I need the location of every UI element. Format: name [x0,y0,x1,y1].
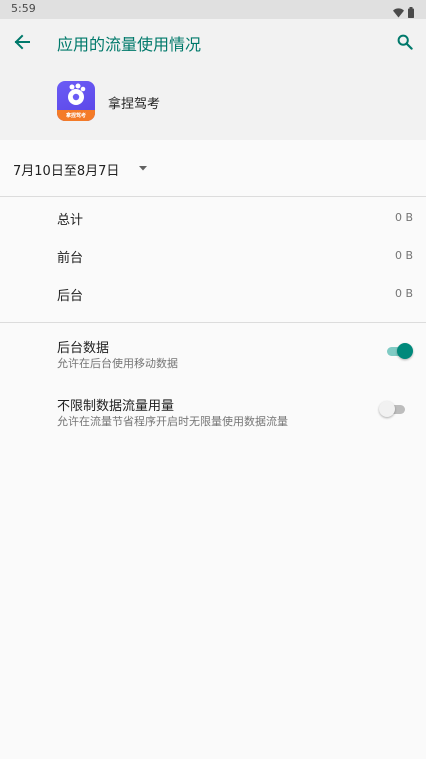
usage-label: 总计 [57,213,84,228]
app-header: 拿捏驾考 拿捏驾考 [0,64,426,140]
usage-row-total: 总计 0 B [0,199,426,237]
back-arrow-icon[interactable] [11,31,33,53]
search-icon[interactable] [394,31,416,53]
setting-title: 不限制数据流量用量 [57,399,175,414]
setting-subtitle: 允许在流量节省程序开启时无限量使用数据流量 [57,415,288,428]
usage-label: 前台 [57,251,84,266]
unrestricted-data-switch[interactable] [379,400,407,418]
status-bar: 5:59 [0,0,426,19]
divider [0,322,426,323]
usage-row-foreground: 前台 0 B [0,237,426,275]
usage-value: 0 B [394,211,413,224]
setting-subtitle: 允许在后台使用移动数据 [57,357,178,370]
background-data-switch[interactable] [385,342,413,360]
setting-title: 后台数据 [57,341,110,356]
page-title: 应用的流量使用情况 [57,35,202,54]
setting-unrestricted-data[interactable]: 不限制数据流量用量 允许在流量节省程序开启时无限量使用数据流量 [0,383,426,435]
dropdown-arrow-icon [139,166,147,171]
usage-value: 0 B [394,249,413,262]
period-label: 7月10日至8月7日 [13,164,120,179]
usage-value: 0 B [394,287,413,300]
setting-background-data[interactable]: 后台数据 允许在后台使用移动数据 [0,325,426,377]
divider [0,196,426,197]
app-logo-text: 拿捏驾考 [65,113,86,119]
period-selector[interactable]: 7月10日至8月7日 [0,140,426,196]
status-time: 5:59 [11,2,36,15]
app-logo: 拿捏驾考 [57,81,95,121]
usage-label: 后台 [57,289,84,304]
app-name: 拿捏驾考 [108,97,161,112]
app-bar: 应用的流量使用情况 [0,19,426,64]
usage-row-background: 后台 0 B [0,275,426,313]
